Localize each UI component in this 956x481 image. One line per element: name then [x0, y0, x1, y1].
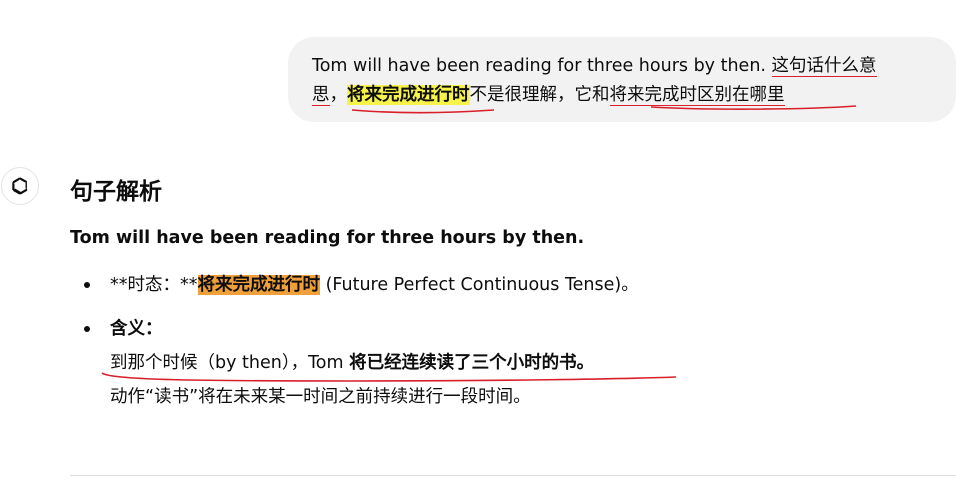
user-message-line-2: 思，将来完成进行时不是很理解，它和将来完成时区别在哪里 [312, 81, 936, 110]
openai-logo-icon [12, 177, 28, 195]
user-message-text-en: Tom will have been reading for three hou… [312, 56, 772, 76]
analysis-list: **时态：**将来完成进行时 (Future Perfect Continuou… [70, 268, 639, 414]
meaning-line-1: 到那个时候（by then），Tom 将已经连续读了三个小时的书。 [110, 346, 639, 380]
user-message-line-1: Tom will have been reading for three hou… [312, 52, 936, 81]
meaning-line-2: 动作“读书”将在未来某一时间之前持续进行一段时间。 [110, 387, 531, 407]
user-question-underlined-end: 思 [312, 85, 330, 106]
example-sentence: Tom will have been reading for three hou… [70, 228, 585, 248]
meaning-label: 含义： [110, 319, 163, 339]
user-question-underlined-2: 将来完成时区别在哪里 [609, 85, 785, 106]
divider [70, 475, 956, 476]
user-question-underlined: 这句话什么意 [771, 56, 877, 77]
meaning-text-bold: 将已经连续读了三个小时的书。 [349, 353, 595, 373]
response-heading: 句子解析 [70, 179, 162, 205]
tense-label: **时态：** [110, 275, 198, 295]
assistant-avatar [1, 167, 39, 205]
user-message-comma: ， [329, 85, 348, 105]
meaning-text: 到那个时候（by then），Tom [110, 353, 350, 373]
tense-highlight-orange: 将来完成进行时 [197, 275, 320, 295]
user-message-bubble: Tom will have been reading for three hou… [288, 37, 956, 122]
chat-page: Tom will have been reading for three hou… [0, 0, 956, 481]
list-item-meaning: 含义： 到那个时候（by then），Tom 将已经连续读了三个小时的书。 动作… [70, 312, 639, 414]
bullet-icon [84, 326, 90, 332]
list-item-tense: **时态：**将来完成进行时 (Future Perfect Continuou… [70, 268, 639, 302]
bullet-icon [84, 282, 90, 288]
tense-english-name: (Future Perfect Continuous Tense)。 [320, 275, 639, 295]
tense-highlight: 将来完成进行时 [347, 85, 470, 105]
user-message-text: 不是很理解，它和 [469, 85, 610, 105]
